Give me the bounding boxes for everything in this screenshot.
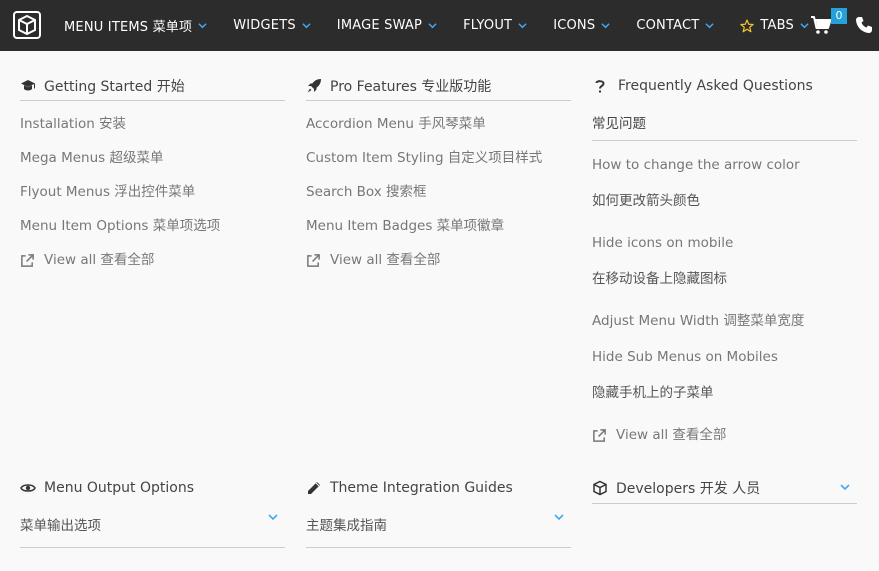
view-all-label: View all 查看全部 — [44, 252, 155, 268]
cube-icon — [593, 480, 607, 496]
nav-icons-label: ICONS — [553, 18, 596, 33]
shopping-cart-icon[interactable] — [810, 15, 832, 35]
column-getting-started: Getting Started 开始 Installation 安装 Mega … — [20, 71, 285, 277]
star-icon — [740, 18, 755, 32]
menu-link-custom-item-styling[interactable]: Custom Item Styling 自定义项目样式 — [306, 141, 571, 175]
nav-image-swap-label: IMAGE SWAP — [336, 18, 423, 33]
chevron-down-icon — [428, 23, 437, 29]
chevron-down-icon — [705, 23, 714, 29]
question-icon — [595, 80, 605, 93]
view-all-link[interactable]: View all 查看全部 — [592, 417, 857, 453]
chevron-down-icon — [198, 23, 207, 29]
logo-cube-icon[interactable] — [13, 11, 41, 39]
column-title: Pro Features 专业版功能 — [330, 78, 492, 95]
nav-widgets-label: WIDGETS — [233, 18, 296, 33]
column-pro-features: Pro Features 专业版功能 Accordion Menu 手风琴菜单 … — [306, 71, 571, 277]
nav-menu-items-label: MENU ITEMS 菜单项 — [64, 20, 193, 35]
view-all-link[interactable]: View all 查看全部 — [20, 243, 285, 277]
mega-menu-panel: Getting Started 开始 Installation 安装 Mega … — [0, 51, 879, 571]
nav-widgets[interactable]: WIDGETS — [220, 0, 324, 51]
faq-link-hide-sub-menus[interactable]: Hide Sub Menus on Mobiles — [592, 339, 857, 375]
chevron-down-icon[interactable] — [267, 511, 279, 523]
column-title: Getting Started 开始 — [44, 78, 185, 95]
column-title: Frequently Asked Questions — [618, 78, 813, 94]
menu-link-installation[interactable]: Installation 安装 — [20, 107, 285, 141]
accordion-menu-output-options[interactable]: Menu Output Options 菜单输出选项 — [20, 475, 285, 548]
nav-tabs[interactable]: TABS — [727, 0, 822, 51]
accordion-heading: Menu Output Options — [20, 475, 285, 501]
rocket-icon — [307, 78, 321, 92]
column-faq: Frequently Asked Questions 常见问题 How to c… — [592, 71, 857, 453]
eye-icon — [20, 484, 36, 492]
column-heading: Frequently Asked Questions — [592, 71, 857, 101]
nav-image-swap[interactable]: IMAGE SWAP — [324, 0, 450, 51]
chevron-down-icon — [601, 23, 610, 29]
chevron-down-icon[interactable] — [839, 481, 851, 493]
view-all-label: View all 查看全部 — [616, 427, 727, 443]
nav-contact[interactable]: CONTACT — [623, 0, 727, 51]
phone-icon[interactable] — [855, 16, 873, 34]
accordion-subtitle: 主题集成指南 — [306, 518, 387, 534]
faq-link-hide-icons-mobile-cn[interactable]: 在移动设备上隐藏图标 — [592, 261, 857, 297]
chevron-down-icon — [518, 23, 527, 29]
accordion-heading: Developers 开发 人员 — [592, 475, 857, 501]
view-all-link[interactable]: View all 查看全部 — [306, 243, 571, 277]
nav-tabs-label: TABS — [760, 18, 794, 33]
nav-contact-label: CONTACT — [636, 18, 700, 33]
chevron-down-icon[interactable] — [553, 511, 565, 523]
menu-link-menu-item-options[interactable]: Menu Item Options 菜单项选项 — [20, 209, 285, 243]
external-link-icon — [593, 428, 606, 442]
accordion-subtitle: 菜单输出选项 — [20, 518, 101, 534]
chevron-down-icon — [800, 23, 809, 29]
menu-link-mega-menus[interactable]: Mega Menus 超级菜单 — [20, 141, 285, 175]
faq-link-hide-sub-menus-cn[interactable]: 隐藏手机上的子菜单 — [592, 375, 857, 411]
accordion-title: Menu Output Options — [44, 480, 194, 496]
nav-menu-items[interactable]: MENU ITEMS 菜单项 — [51, 0, 220, 51]
faq-link-hide-icons-mobile[interactable]: Hide icons on mobile — [592, 225, 857, 261]
faq-list: How to change the arrow color 如何更改箭头颜色 H… — [592, 147, 857, 453]
column-heading: Pro Features 专业版功能 — [306, 71, 571, 101]
menu-link-menu-item-badges[interactable]: Menu Item Badges 菜单项徽章 — [306, 209, 571, 243]
external-link-icon — [21, 253, 34, 267]
faq-link-adjust-menu-width[interactable]: Adjust Menu Width 调整菜单宽度 — [592, 303, 857, 339]
accordion-title: Developers 开发 人员 — [616, 481, 761, 497]
faq-link-arrow-color-cn[interactable]: 如何更改箭头颜色 — [592, 183, 857, 219]
accordion-theme-integration-guides[interactable]: Theme Integration Guides 主题集成指南 — [306, 475, 571, 548]
main-nav: MENU ITEMS 菜单项 WIDGETS IMAGE SWAP FLYOUT… — [51, 0, 822, 51]
menu-link-flyout-menus[interactable]: Flyout Menus 浮出控件菜单 — [20, 175, 285, 209]
nav-flyout-label: FLYOUT — [463, 18, 513, 33]
top-navigation-bar: MENU ITEMS 菜单项 WIDGETS IMAGE SWAP FLYOUT… — [0, 0, 879, 51]
column-heading: Getting Started 开始 — [20, 71, 285, 101]
nav-icons[interactable]: ICONS — [540, 0, 623, 51]
menu-link-accordion-menu[interactable]: Accordion Menu 手风琴菜单 — [306, 107, 571, 141]
chevron-down-icon — [302, 23, 311, 29]
faq-subtitle: 常见问题 — [592, 107, 857, 141]
accordion-heading: Theme Integration Guides — [306, 475, 571, 501]
accordion-developers[interactable]: Developers 开发 人员 — [592, 475, 857, 504]
accordion-title: Theme Integration Guides — [330, 480, 513, 496]
cart-count-badge: 0 — [831, 8, 847, 24]
external-link-icon — [307, 253, 320, 267]
view-all-label: View all 查看全部 — [330, 252, 441, 268]
menu-link-search-box[interactable]: Search Box 搜索框 — [306, 175, 571, 209]
nav-flyout[interactable]: FLYOUT — [450, 0, 540, 51]
faq-link-arrow-color[interactable]: How to change the arrow color — [592, 147, 857, 183]
graduation-cap-icon — [21, 79, 35, 90]
pencil-icon — [308, 482, 320, 494]
